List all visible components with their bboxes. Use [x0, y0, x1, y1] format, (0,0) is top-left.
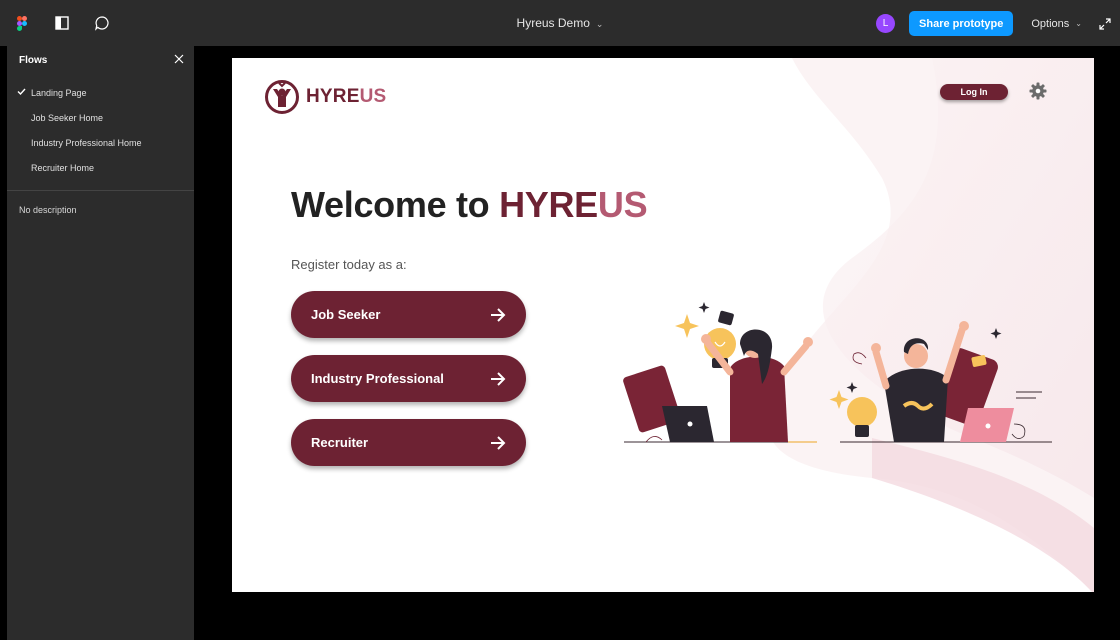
- options-menu[interactable]: Options ⌄: [1031, 18, 1082, 30]
- welcome-prefix: Welcome to: [291, 184, 500, 225]
- recruiter-button[interactable]: Recruiter: [291, 419, 526, 466]
- welcome-brand-part1: HYRE: [499, 184, 598, 225]
- role-button-label: Job Seeker: [311, 307, 381, 322]
- job-seeker-button[interactable]: Job Seeker: [291, 291, 526, 338]
- sidebar-title: Flows: [19, 54, 48, 66]
- figma-logo-icon[interactable]: [12, 13, 32, 33]
- flow-item-recruiter-home[interactable]: Recruiter Home: [7, 155, 194, 180]
- gear-icon[interactable]: [1029, 82, 1047, 100]
- role-button-label: Industry Professional: [311, 371, 444, 386]
- flow-item-industry-professional-home[interactable]: Industry Professional Home: [7, 130, 194, 155]
- toolbar-right-group: L Share prototype Options ⌄: [876, 11, 1112, 36]
- top-toolbar: Hyreus Demo ⌄ L Share prototype Options ⌄: [0, 0, 1120, 46]
- left-edge-strip: [0, 46, 7, 640]
- file-title-text[interactable]: Hyreus Demo: [517, 16, 590, 30]
- login-button[interactable]: Log In: [940, 84, 1008, 100]
- flow-description: No description: [19, 205, 77, 215]
- chevron-down-icon: ⌄: [1075, 19, 1082, 28]
- welcome-heading: Welcome to HYREUS: [291, 184, 648, 226]
- close-icon[interactable]: [174, 51, 184, 69]
- flow-list: Landing Page Job Seeker Home Industry Pr…: [7, 80, 194, 180]
- industry-professional-button[interactable]: Industry Professional: [291, 355, 526, 402]
- chevron-down-icon[interactable]: ⌄: [596, 19, 604, 29]
- woman-figure: [623, 302, 817, 443]
- flow-item-landing-page[interactable]: Landing Page: [7, 80, 194, 105]
- flow-item-label: Job Seeker Home: [31, 112, 104, 123]
- user-avatar[interactable]: L: [876, 14, 896, 33]
- prototype-canvas: HYREUS Log In Welcome to HYREUS Register…: [194, 46, 1120, 640]
- register-prompt: Register today as a:: [291, 257, 407, 272]
- flow-item-label: Landing Page: [31, 87, 87, 98]
- flow-item-label: Recruiter Home: [31, 162, 95, 173]
- options-label: Options: [1031, 17, 1070, 30]
- hyreus-logo[interactable]: HYREUS: [264, 79, 386, 115]
- arrow-right-icon: [491, 371, 506, 386]
- toolbar-left-group: [12, 13, 112, 33]
- arrow-right-icon: [491, 307, 506, 322]
- arrow-right-icon: [491, 435, 506, 450]
- landing-page-frame: HYREUS Log In Welcome to HYREUS Register…: [232, 58, 1094, 592]
- flow-item-label: Industry Professional Home: [31, 137, 142, 148]
- logo-text-part1: HYRE: [306, 86, 360, 107]
- man-figure: [829, 321, 1052, 443]
- comment-icon[interactable]: [92, 13, 112, 33]
- flow-item-job-seeker-home[interactable]: Job Seeker Home: [7, 105, 194, 130]
- role-button-label: Recruiter: [311, 435, 369, 450]
- sidebar-header: Flows: [7, 46, 194, 74]
- flows-sidebar: Flows Landing Page Job Seeker Home Indus…: [7, 46, 194, 640]
- expand-icon[interactable]: [1098, 17, 1112, 31]
- welcome-brand-part2: US: [597, 184, 648, 225]
- logo-wordmark: HYREUS: [306, 86, 386, 108]
- panel-layout-icon[interactable]: [52, 13, 72, 33]
- celebration-illustration: [623, 302, 1052, 443]
- check-icon: [17, 87, 26, 98]
- hyreus-logo-icon: [265, 80, 299, 114]
- share-prototype-button[interactable]: Share prototype: [909, 11, 1014, 36]
- logo-text-part2: US: [359, 86, 387, 107]
